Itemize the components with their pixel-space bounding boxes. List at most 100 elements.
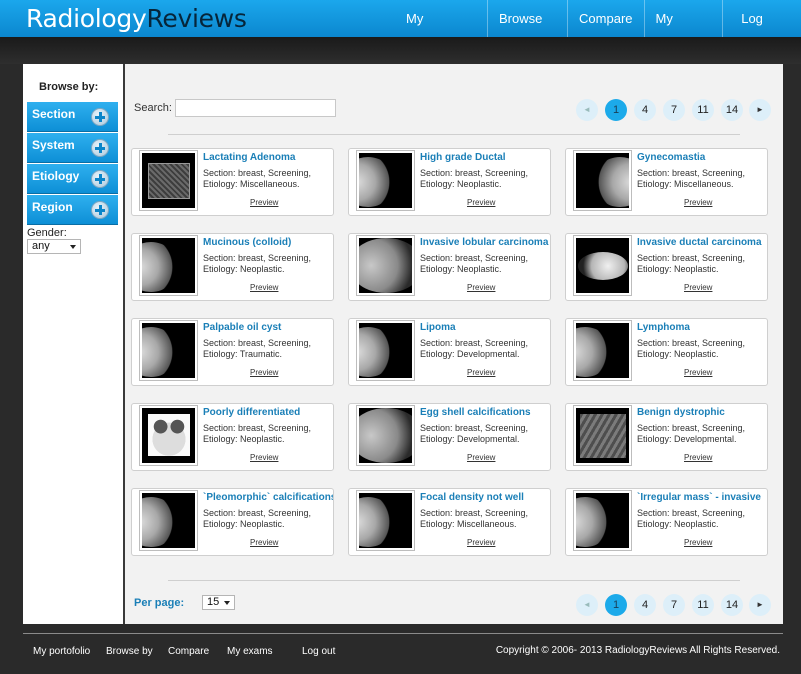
case-title[interactable]: Egg shell calcifications [420,407,550,418]
case-etiology: Etiology: Neoplastic. [203,434,285,444]
case-title[interactable]: Lipoma [420,322,550,333]
nav-my-exams[interactable]: My exams [643,0,723,64]
case-thumbnail[interactable] [139,235,198,296]
case-card[interactable]: Lipoma Section: breast, Screening, Etiolog… [348,318,551,386]
page-7[interactable]: 7 [663,594,685,616]
case-card[interactable]: Lymphoma Section: breast, Screening, Etiol… [565,318,768,386]
case-title[interactable]: Palpable oil cyst [203,322,333,333]
nav-compare[interactable]: Compare [567,0,643,37]
preview-link[interactable]: Preview [684,538,712,547]
preview-link[interactable]: Preview [250,198,278,207]
triangle-right-icon[interactable]: ► [749,594,771,616]
case-etiology: Etiology: Miscellaneous. [203,179,300,189]
case-card[interactable]: Invasive ductal carcinoma Section: breast… [565,233,768,301]
page-7[interactable]: 7 [663,99,685,121]
per-page-select[interactable]: 15 [202,595,235,610]
case-thumbnail[interactable] [139,405,198,466]
case-title[interactable]: Gynecomastia [637,152,767,163]
preview-link[interactable]: Preview [250,368,278,377]
preview-link[interactable]: Preview [467,283,495,292]
preview-link[interactable]: Preview [684,198,712,207]
footer-compare[interactable]: Compare [168,646,209,657]
preview-link[interactable]: Preview [684,283,712,292]
case-card[interactable]: `Pleomorphic` calcifications Section: bre… [131,488,334,556]
case-thumbnail[interactable] [573,150,632,211]
page-14[interactable]: 14 [721,99,743,121]
browse-title: Browse by: [39,81,99,93]
browse-section-button[interactable]: Section [27,102,118,132]
case-thumbnail[interactable] [573,405,632,466]
search-input[interactable] [175,99,336,117]
case-card[interactable]: Invasive lobular carcinoma Section: breas… [348,233,551,301]
case-thumbnail[interactable] [573,320,632,381]
page-1[interactable]: 1 [605,99,627,121]
plus-circle-icon[interactable] [91,170,109,188]
page-14[interactable]: 14 [721,594,743,616]
case-thumbnail[interactable] [573,235,632,296]
case-thumbnail[interactable] [356,490,415,551]
case-card[interactable]: Benign dystrophic Section: breast, Screen… [565,403,768,471]
nav-my-portofolio[interactable]: My portofolio [395,0,487,64]
nav-browse-by[interactable]: Browse by [486,0,567,64]
case-title[interactable]: Benign dystrophic [637,407,767,418]
case-title[interactable]: Lymphoma [637,322,767,333]
preview-link[interactable]: Preview [467,198,495,207]
case-title[interactable]: Focal density not well [420,492,550,503]
case-card[interactable]: Lactating Adenoma Section: breast, Screen… [131,148,334,216]
footer-browse-by[interactable]: Browse by [106,646,153,657]
preview-link[interactable]: Preview [467,453,495,462]
triangle-right-icon[interactable]: ► [749,99,771,121]
page-4[interactable]: 4 [634,594,656,616]
preview-link[interactable]: Preview [250,283,278,292]
case-thumbnail[interactable] [356,405,415,466]
page-11[interactable]: 11 [692,594,714,616]
plus-circle-icon[interactable] [91,201,109,219]
plus-circle-icon[interactable] [91,139,109,157]
page-1[interactable]: 1 [605,594,627,616]
preview-link[interactable]: Preview [250,453,278,462]
case-thumbnail[interactable] [356,150,415,211]
case-thumbnail[interactable] [139,490,198,551]
case-card[interactable]: Focal density not well Section: breast, S… [348,488,551,556]
case-card[interactable]: High grade Ductal Section: breast, Screen… [348,148,551,216]
case-card[interactable]: Palpable oil cyst Section: breast, Screen… [131,318,334,386]
preview-link[interactable]: Preview [467,368,495,377]
footer-log-out[interactable]: Log out [302,646,335,657]
case-title[interactable]: `Pleomorphic` calcifications [203,492,333,503]
page-11[interactable]: 11 [692,99,714,121]
case-title[interactable]: `Irregular mass` - invasive [637,492,767,503]
preview-link[interactable]: Preview [684,453,712,462]
triangle-left-icon[interactable]: ◄ [576,594,598,616]
case-thumbnail[interactable] [573,490,632,551]
case-card[interactable]: Poorly differentiated Section: breast, Sc… [131,403,334,471]
case-etiology: Etiology: Miscellaneous. [420,519,517,529]
case-card[interactable]: Mucinous (colloid) Section: breast, Scree… [131,233,334,301]
case-card[interactable]: `Irregular mass` - invasive Section: brea… [565,488,768,556]
plus-circle-icon[interactable] [91,108,109,126]
case-title[interactable]: Invasive lobular carcinoma [420,237,550,248]
case-title[interactable]: Invasive ductal carcinoma [637,237,767,248]
page-4[interactable]: 4 [634,99,656,121]
nav-log-out[interactable]: Log out [722,0,801,64]
triangle-left-icon[interactable]: ◄ [576,99,598,121]
gender-select[interactable]: any [27,239,81,254]
case-card[interactable]: Gynecomastia Section: breast, Screening, E… [565,148,768,216]
browse-region-button[interactable]: Region [27,195,118,225]
case-thumbnail[interactable] [356,235,415,296]
case-thumbnail[interactable] [139,320,198,381]
case-card[interactable]: Egg shell calcifications Section: breast,… [348,403,551,471]
case-thumbnail[interactable] [356,320,415,381]
browse-etiology-button[interactable]: Etiology [27,164,118,194]
case-title[interactable]: Mucinous (colloid) [203,237,333,248]
preview-link[interactable]: Preview [250,538,278,547]
footer-my-exams[interactable]: My exams [227,646,273,657]
browse-system-button[interactable]: System [27,133,118,163]
site-logo[interactable]: RadiologyReviews [26,5,247,33]
preview-link[interactable]: Preview [684,368,712,377]
case-title[interactable]: High grade Ductal [420,152,550,163]
case-title[interactable]: Lactating Adenoma [203,152,333,163]
footer-my-portofolio[interactable]: My portofolio [33,646,90,657]
case-title[interactable]: Poorly differentiated [203,407,333,418]
case-thumbnail[interactable] [139,150,198,211]
preview-link[interactable]: Preview [467,538,495,547]
